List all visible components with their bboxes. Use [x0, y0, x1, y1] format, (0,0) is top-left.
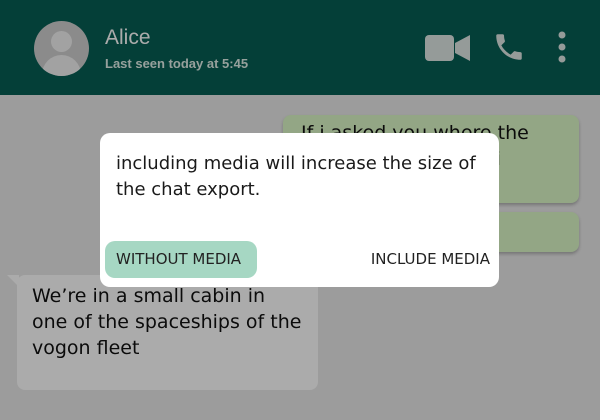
- include-media-button[interactable]: INCLUDE MEDIA: [358, 241, 490, 278]
- without-media-button[interactable]: WITHOUT MEDIA: [105, 241, 257, 278]
- dialog-message: including media will increase the size o…: [116, 153, 476, 200]
- export-chat-dialog: including media will increase the size o…: [100, 133, 499, 287]
